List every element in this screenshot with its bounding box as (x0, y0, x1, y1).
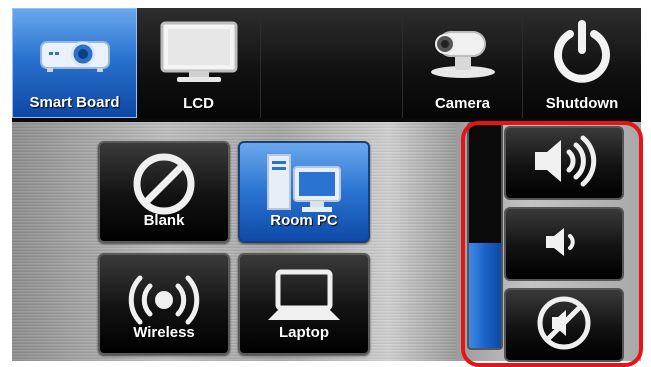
volume-up-icon (529, 134, 599, 193)
camera-icon (403, 18, 522, 86)
top-nav-bar: Smart Board LCD Camera Shutdown (12, 8, 641, 118)
source-label: Room PC (270, 212, 338, 229)
laptop-icon (240, 261, 368, 331)
source-label: Wireless (133, 324, 195, 341)
nav-smart-board-button[interactable]: Smart Board (12, 8, 137, 118)
source-room-pc-button[interactable]: Room PC (238, 141, 370, 243)
mute-button[interactable] (504, 288, 624, 362)
power-icon (523, 18, 641, 86)
nav-label: Shutdown (545, 95, 619, 112)
volume-down-button[interactable] (504, 207, 624, 281)
source-area (12, 122, 456, 361)
wireless-icon (100, 261, 228, 331)
nav-label: Camera (434, 95, 491, 112)
nav-label: Smart Board (29, 94, 120, 111)
mute-icon (534, 293, 594, 358)
source-label: Laptop (279, 324, 329, 341)
monitor-icon (137, 18, 260, 86)
volume-level-fill (469, 242, 501, 348)
source-label: Blank (143, 212, 185, 229)
nav-label: LCD (183, 95, 214, 112)
nav-camera-button[interactable]: Camera (403, 8, 523, 118)
source-blank-button[interactable]: Blank (98, 141, 230, 243)
volume-slider[interactable] (467, 122, 503, 350)
nav-shutdown-button[interactable]: Shutdown (523, 8, 641, 118)
volume-down-icon (542, 224, 586, 265)
blank-icon (100, 149, 228, 219)
source-wireless-button[interactable]: Wireless (98, 253, 230, 355)
nav-lcd-button[interactable]: LCD (137, 8, 261, 118)
volume-up-button[interactable] (504, 126, 624, 200)
projector-icon (13, 19, 136, 87)
source-laptop-button[interactable]: Laptop (238, 253, 370, 355)
nav-empty-slot (261, 8, 403, 118)
computer-icon (240, 149, 368, 219)
